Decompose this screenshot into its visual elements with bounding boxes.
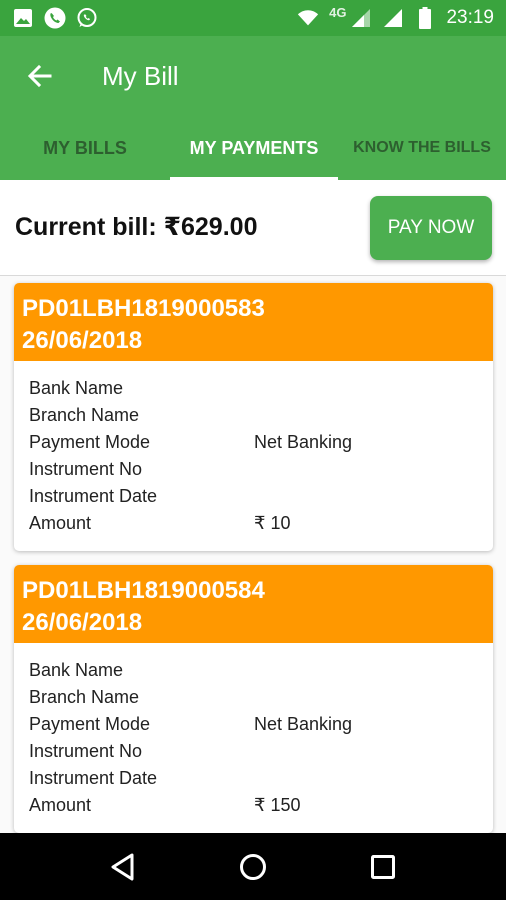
detail-value: ₹ 150	[254, 795, 301, 815]
wifi-icon	[297, 7, 319, 29]
detail-row-bank-name: Bank Name	[29, 657, 478, 684]
detail-row-payment-mode: Payment Mode Net Banking	[29, 711, 478, 738]
detail-value: Net Banking	[254, 714, 353, 734]
detail-label: Bank Name	[29, 378, 124, 398]
tab-my-bills[interactable]: MY BILLS	[0, 116, 170, 180]
payment-card[interactable]: PD01LBH1819000584 26/06/2018 Bank Name B…	[14, 565, 493, 833]
detail-value: Net Banking	[254, 432, 353, 452]
detail-row-payment-mode: Payment Mode Net Banking	[29, 429, 478, 456]
detail-row-instrument-date: Instrument Date	[29, 483, 478, 510]
detail-label: Amount	[29, 795, 92, 815]
status-time: 23:19	[446, 7, 494, 28]
status-bar: 4G 23:19	[0, 0, 506, 36]
detail-label: Instrument Date	[29, 486, 158, 506]
back-triangle-icon	[111, 853, 134, 880]
payments-list: PD01LBH1819000583 26/06/2018 Bank Name B…	[14, 283, 493, 847]
detail-label: Instrument No	[29, 459, 143, 479]
detail-value: ₹ 10	[254, 513, 291, 533]
detail-row-branch-name: Branch Name	[29, 402, 478, 429]
current-bill-amount: Current bill: ₹629.00	[15, 213, 258, 241]
whatsapp-icon	[76, 7, 98, 29]
current-bill-panel: Current bill: ₹629.00 PAY NOW	[0, 180, 506, 276]
nav-home-button[interactable]	[223, 837, 283, 897]
recents-square-icon	[371, 854, 395, 879]
page-title: My Bill	[102, 60, 179, 91]
payment-details: Bank Name Branch Name Payment Mode Net Ba…	[14, 361, 493, 551]
payment-card-header: PD01LBH1819000584 26/06/2018	[14, 565, 493, 643]
detail-label: Instrument Date	[29, 768, 158, 788]
network-type-label: 4G	[329, 4, 347, 20]
arrow-left-icon	[27, 64, 52, 88]
payment-card-header: PD01LBH1819000583 26/06/2018	[14, 283, 493, 361]
image-icon	[12, 7, 34, 29]
detail-row-instrument-date: Instrument Date	[29, 765, 478, 792]
detail-row-branch-name: Branch Name	[29, 684, 478, 711]
payment-date: 26/06/2018	[22, 327, 143, 354]
tab-know-the-bills[interactable]: KNOW THE BILLS	[338, 116, 506, 180]
detail-row-amount: Amount ₹ 150	[29, 792, 478, 819]
tab-my-payments[interactable]: MY PAYMENTS	[170, 116, 338, 180]
payment-id: PD01LBH1819000584	[22, 577, 265, 604]
detail-label: Payment Mode	[29, 714, 151, 734]
phone-icon	[44, 7, 66, 29]
system-nav-bar	[0, 833, 506, 900]
detail-label: Branch Name	[29, 405, 140, 425]
detail-label: Instrument No	[29, 741, 143, 761]
detail-row-bank-name: Bank Name	[29, 375, 478, 402]
payment-id: PD01LBH1819000583	[22, 295, 265, 322]
tab-bar: MY BILLS MY PAYMENTS KNOW THE BILLS	[0, 116, 506, 180]
pay-now-button[interactable]: PAY NOW	[370, 196, 492, 260]
app-bar: My Bill	[0, 36, 506, 116]
detail-row-amount: Amount ₹ 10	[29, 510, 478, 537]
nav-recents-button[interactable]	[353, 837, 413, 897]
battery-icon	[414, 7, 436, 29]
detail-label: Payment Mode	[29, 432, 151, 452]
detail-row-instrument-no: Instrument No	[29, 456, 478, 483]
home-circle-icon	[240, 853, 266, 880]
detail-label: Amount	[29, 513, 92, 533]
detail-row-instrument-no: Instrument No	[29, 738, 478, 765]
payment-card[interactable]: PD01LBH1819000583 26/06/2018 Bank Name B…	[14, 283, 493, 551]
back-button[interactable]	[0, 36, 80, 116]
detail-label: Branch Name	[29, 687, 140, 707]
payment-details: Bank Name Branch Name Payment Mode Net Ba…	[14, 643, 493, 833]
nav-back-button[interactable]	[93, 837, 153, 897]
signal-icon	[382, 7, 404, 29]
payment-date: 26/06/2018	[22, 609, 143, 636]
detail-label: Bank Name	[29, 660, 124, 680]
signal-icon	[350, 7, 372, 29]
